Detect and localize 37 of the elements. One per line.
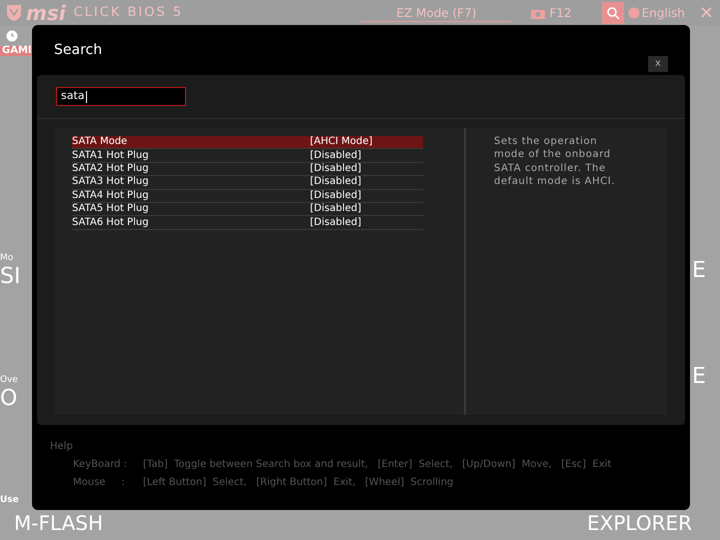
tile-title[interactable]: GAMI [0,46,34,56]
result-row[interactable]: SATA6 Hot Plug [Disabled] [72,216,423,230]
tile-title[interactable]: E [692,260,706,282]
search-icon [606,6,620,20]
shield-logo-icon [6,4,22,22]
help-title: Help [50,440,74,454]
setting-description: Sets the operation mode of the onboard SATA controller. The default mode is AHCI. [494,135,616,189]
tile-title[interactable]: Mo [0,254,14,263]
tile-title[interactable]: SI [0,266,20,288]
brand-logo-text: msi [26,3,66,23]
search-field[interactable]: sata [56,87,186,106]
search-button[interactable] [602,2,624,24]
tile-title[interactable]: Use [0,496,19,505]
tile-title[interactable]: O [0,388,18,410]
tile-title[interactable]: M-FLASH [14,513,103,533]
result-row[interactable]: SATA5 Hot Plug [Disabled] [72,202,423,216]
help-text: [Tab] Toggle between Search box and result, [Enter] Select, [Up/Down] Move, [Esc] Exit [143,458,612,472]
result-row[interactable]: SATA1 Hot Plug [Disabled] [72,149,423,163]
help-text: [Left Button] Select, [Right Button] Exit, [Wheel] Scrolling [143,476,454,490]
camera-icon [531,8,546,18]
result-row[interactable]: SATA2 Hot Plug [Disabled] [72,162,423,176]
help-label: Mouse : [73,476,126,490]
help-label: KeyBoard : [73,458,128,472]
clock-icon [6,30,18,42]
result-row[interactable]: SATA Mode [AHCI Mode] [72,136,423,150]
language-button[interactable]: English [628,4,685,22]
tile-title[interactable]: Ove [0,376,18,385]
ez-mode-button[interactable]: EZ Mode (F7) [361,4,512,22]
dialog-title: Search [54,40,102,60]
screenshot-button[interactable]: F12 [531,4,572,22]
dialog-close-button[interactable]: x [648,56,668,72]
tile-title[interactable]: EXPLORER [587,513,692,533]
product-title: CLICK BIOS 5 [74,4,184,22]
tile-title[interactable]: E [692,366,706,388]
result-row[interactable]: SATA3 Hot Plug [Disabled] [72,176,423,190]
close-button[interactable]: × [698,4,714,22]
result-row[interactable]: SATA4 Hot Plug [Disabled] [72,190,423,203]
